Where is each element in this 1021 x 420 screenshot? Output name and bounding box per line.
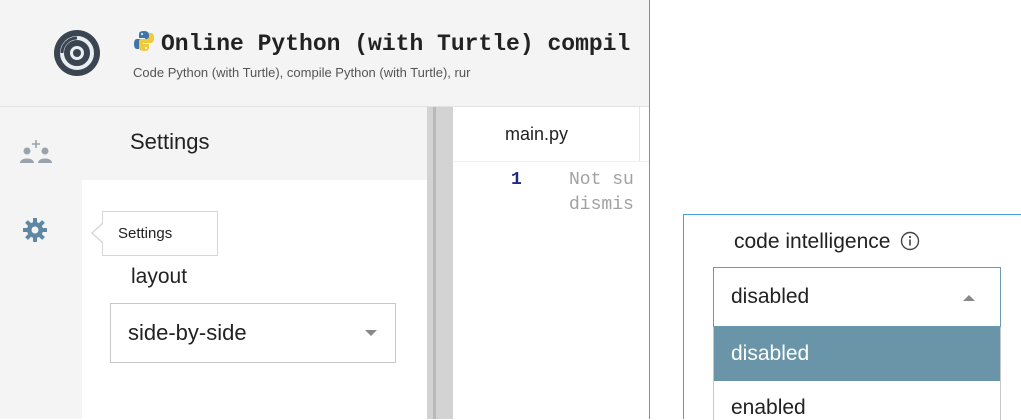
code-editor[interactable]: main.py 1 Not su dismis xyxy=(453,107,649,419)
code-intelligence-options: disabled enabled xyxy=(713,327,1001,420)
page-title-text: Online Python (with Turtle) compil xyxy=(161,31,631,57)
settings-title: Settings xyxy=(130,129,210,154)
python-logo-icon xyxy=(134,31,154,51)
option-disabled[interactable]: disabled xyxy=(714,327,1000,381)
app-header: Online Python (with Turtle) compil Code … xyxy=(0,0,649,107)
tab-separator xyxy=(639,107,640,161)
tab-main-py[interactable]: main.py xyxy=(505,124,568,145)
layout-select-value: side-by-side xyxy=(128,320,247,345)
option-enabled[interactable]: enabled xyxy=(714,381,1000,420)
code-intelligence-select[interactable]: disabled xyxy=(713,267,1001,327)
layout-select[interactable]: side-by-side xyxy=(110,303,396,363)
code-intelligence-label-text: code intelligence xyxy=(734,230,891,253)
add-user-icon[interactable] xyxy=(18,137,56,167)
chevron-down-icon xyxy=(365,330,377,336)
code-intelligence-label: code intelligence xyxy=(734,230,920,254)
info-icon[interactable] xyxy=(900,231,920,251)
gear-icon[interactable] xyxy=(22,217,48,243)
page-subtitle: Code Python (with Turtle), compile Pytho… xyxy=(133,65,471,80)
code-line[interactable]: dismis xyxy=(569,195,634,215)
settings-panel-header: Settings xyxy=(82,107,427,180)
panel-resize-handle[interactable] xyxy=(427,107,453,419)
code-intelligence-panel: code intelligence disabled disabled enab… xyxy=(683,214,1021,420)
settings-tooltip: Settings xyxy=(91,211,218,256)
tooltip-text: Settings xyxy=(118,225,173,242)
page-title: Online Python (with Turtle) compil xyxy=(133,30,630,57)
app-screenshot-panel: Online Python (with Turtle) compil Code … xyxy=(0,0,650,419)
layout-label: layout xyxy=(131,265,188,288)
option-label: disabled xyxy=(731,342,810,365)
editor-tab-strip: main.py xyxy=(453,107,649,162)
app-logo-icon xyxy=(54,30,100,76)
code-intelligence-select-value: disabled xyxy=(731,285,810,308)
chevron-up-icon xyxy=(963,295,975,301)
side-rail xyxy=(0,107,82,419)
code-line[interactable]: Not su xyxy=(569,170,634,190)
option-label: enabled xyxy=(731,396,806,419)
line-number: 1 xyxy=(511,170,522,190)
